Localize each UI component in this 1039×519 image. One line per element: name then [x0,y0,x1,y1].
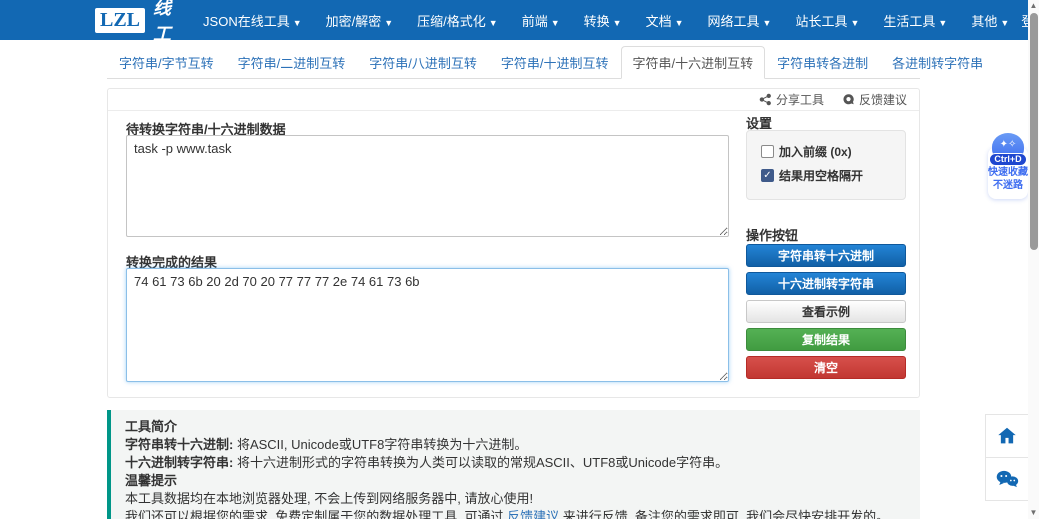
view-example-button[interactable]: 查看示例 [746,300,906,323]
hex-to-string-button[interactable]: 十六进制转字符串 [746,272,906,295]
tip-line-1: 本工具数据均在本地浏览器处理, 不会上传到网络服务器中, 请放心使用! [125,490,906,508]
chevron-down-icon [489,18,498,28]
chevron-down-icon [551,18,560,28]
chevron-down-icon [1000,18,1009,28]
tab-string-hex[interactable]: 字符串/十六进制互转 [621,46,766,79]
home-icon [996,425,1018,447]
output-textarea[interactable]: 74 61 73 6b 20 2d 70 20 77 77 77 2e 74 6… [126,268,729,382]
option-add-prefix[interactable]: 加入前缀 (0x) [761,143,905,160]
feedback-inline-link[interactable]: 反馈建议 [507,509,559,519]
tab-bases-to-string[interactable]: 各进制转字符串 [880,46,995,79]
navbar: LZL 在线工具 JSON在线工具 加密/解密 压缩/格式化 前端 转换 文档 … [0,0,1028,40]
tab-string-byte[interactable]: 字符串/字节互转 [107,46,226,79]
checkbox-add-prefix[interactable] [761,145,774,158]
bookmark-hint-badge: ✦✧ Ctrl+D 快速收藏 不迷路 [986,133,1030,192]
page: LZL 在线工具 JSON在线工具 加密/解密 压缩/格式化 前端 转换 文档 … [0,0,1039,519]
tab-string-binary[interactable]: 字符串/二进制互转 [226,46,358,79]
feedback-icon [842,93,855,106]
option-space-separator[interactable]: 结果用空格隔开 [761,167,905,184]
bookmark-hint-line1: 快速收藏 [986,166,1030,179]
nav-item-frontend[interactable]: 前端 [510,11,572,30]
wechat-icon [995,469,1019,489]
chevron-down-icon [293,18,302,28]
tip-line-2: 我们还可以根据您的需求, 免费定制属于您的数据处理工具, 可通过 反馈建议 来进… [125,508,906,519]
nav-item-encrypt[interactable]: 加密/解密 [314,11,406,30]
tool-panel: 分享工具 反馈建议 待转换字符串/十六进制数据 task -p www.task… [107,88,920,398]
nav-item-convert[interactable]: 转换 [572,11,634,30]
tab-string-to-bases[interactable]: 字符串转各进制 [765,46,880,79]
tool-tabs: 字符串/字节互转 字符串/二进制互转 字符串/八进制互转 字符串/十进制互转 字… [107,46,920,79]
chevron-down-icon [938,18,947,28]
chevron-down-icon [384,18,393,28]
action-buttons: 字符串转十六进制 十六进制转字符串 查看示例 复制结果 清空 [746,244,906,384]
intro-line-1: 字符串转十六进制: 将ASCII, Unicode或UTF8字符串转换为十六进制… [125,436,906,454]
nav-item-network[interactable]: 网络工具 [696,11,784,30]
chevron-down-icon [613,18,622,28]
tab-string-decimal[interactable]: 字符串/十进制互转 [489,46,621,79]
chevron-down-icon [675,18,684,28]
input-textarea[interactable]: task -p www.task [126,135,729,237]
ctrl-d-key-label: Ctrl+D [989,153,1027,166]
home-button[interactable] [985,414,1029,458]
scrollbar-up-arrow[interactable]: ▲ [1028,0,1039,12]
checkbox-space-separator[interactable] [761,169,774,182]
nav-item-life[interactable]: 生活工具 [871,11,959,30]
nav-menu: JSON在线工具 加密/解密 压缩/格式化 前端 转换 文档 网络工具 站长工具… [191,11,1021,30]
copy-result-button[interactable]: 复制结果 [746,328,906,351]
nav-item-json[interactable]: JSON在线工具 [191,11,314,30]
tab-string-octal[interactable]: 字符串/八进制互转 [357,46,489,79]
scrollbar-down-arrow[interactable]: ▼ [1028,507,1039,519]
clear-button[interactable]: 清空 [746,356,906,379]
share-icon [759,93,772,106]
share-tool-link[interactable]: 分享工具 [759,91,824,108]
nav-item-other[interactable]: 其他 [959,11,1021,30]
scrollbar-thumb[interactable] [1030,13,1038,250]
actions-title: 操作按钮 [746,225,798,244]
logo-badge: LZL [95,8,145,33]
side-buttons [985,414,1029,501]
panel-header: 分享工具 反馈建议 [108,89,919,111]
settings-box: 加入前缀 (0x) 结果用空格隔开 [746,130,906,200]
feedback-link[interactable]: 反馈建议 [842,91,907,108]
nav-item-compress[interactable]: 压缩/格式化 [405,11,510,30]
string-to-hex-button[interactable]: 字符串转十六进制 [746,244,906,267]
wechat-button[interactable] [985,457,1029,501]
chevron-down-icon [763,18,772,28]
bookmark-hint-line2: 不迷路 [986,179,1030,192]
nav-item-docs[interactable]: 文档 [634,11,696,30]
tips-title: 温馨提示 [125,472,906,490]
tool-intro-section: 工具简介 字符串转十六进制: 将ASCII, Unicode或UTF8字符串转换… [107,410,920,519]
intro-line-2: 十六进制转字符串: 将十六进制形式的字符串转换为人类可以读取的常规ASCII、U… [125,454,906,472]
intro-title: 工具简介 [125,418,906,436]
chevron-down-icon [850,18,859,28]
page-scrollbar[interactable]: ▲ ▼ [1028,0,1039,519]
nav-item-webmaster[interactable]: 站长工具 [783,11,871,30]
